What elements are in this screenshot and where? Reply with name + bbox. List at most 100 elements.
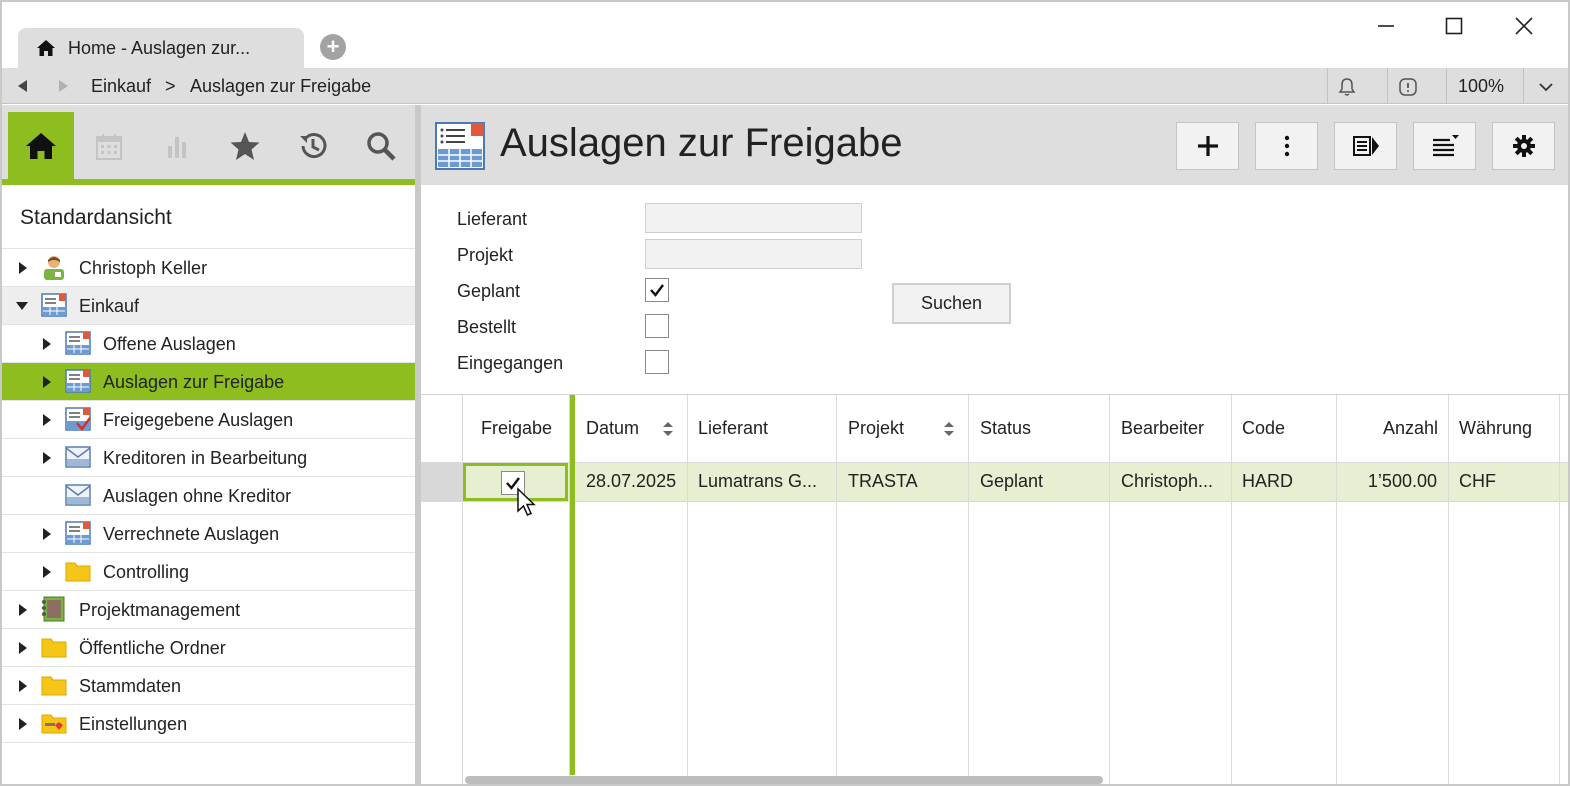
sort-icon[interactable] [662, 421, 674, 437]
cell-waehrung: CHF [1459, 471, 1496, 491]
tree-item-freigegebene-auslagen[interactable]: Freigegebene Auslagen [2, 401, 415, 439]
home-icon [26, 132, 56, 159]
cell-projekt: TRASTA [848, 471, 918, 491]
navigation-bar: Einkauf > Auslagen zur Freigabe 100% [2, 68, 1568, 104]
tree-item-christoph-keller[interactable]: Christoph Keller [2, 249, 415, 287]
projekt-label: Projekt [457, 245, 514, 265]
maximize-button[interactable] [1440, 12, 1468, 40]
sidebar: Standardansicht Christoph Keller Einkauf… [2, 105, 416, 784]
collapse-icon[interactable] [16, 300, 28, 312]
filter-panel: Lieferant Projekt Geplant Bestellt Einge… [421, 185, 1568, 395]
chevron-down-icon[interactable] [1535, 76, 1557, 98]
expand-icon[interactable] [41, 452, 53, 464]
expand-icon[interactable] [17, 604, 29, 616]
bestellt-checkbox[interactable] [645, 314, 669, 338]
forward-icon[interactable] [54, 77, 72, 95]
notebook-icon [42, 596, 65, 622]
add-button[interactable] [1176, 122, 1239, 170]
tree-item-offene-auslagen[interactable]: Offene Auslagen [2, 325, 415, 363]
row-header-column [421, 395, 463, 784]
sort-icon[interactable] [943, 421, 955, 437]
divider [1327, 68, 1328, 104]
settings-folder-icon [41, 714, 67, 734]
breadcrumb-current[interactable]: Auslagen zur Freigabe [190, 76, 371, 97]
list-options-icon [1432, 135, 1459, 157]
list-card-icon [65, 369, 91, 393]
expand-icon[interactable] [17, 680, 29, 692]
tree-item-auslagen-zur-freigabe[interactable]: Auslagen zur Freigabe [2, 363, 415, 401]
title-bar: Home - Auslagen zur... + [2, 2, 1568, 68]
sidebar-toolbar [2, 105, 416, 185]
back-icon[interactable] [14, 77, 32, 95]
search-button[interactable] [348, 112, 414, 179]
expand-icon[interactable] [41, 566, 53, 578]
plus-icon [1197, 136, 1218, 156]
close-button[interactable] [1510, 12, 1538, 40]
tree-item-verrechnete-auslagen[interactable]: Verrechnete Auslagen [2, 515, 415, 553]
divider [1446, 68, 1447, 104]
tree-item-einstellungen[interactable]: Einstellungen [2, 705, 415, 743]
expand-icon[interactable] [17, 262, 29, 274]
zoom-level[interactable]: 100% [1458, 76, 1504, 97]
home-button[interactable] [8, 112, 74, 179]
tree-item-kreditoren-in-bearbeitung[interactable]: Kreditoren in Bearbeitung [2, 439, 415, 477]
reports-button[interactable] [144, 112, 210, 179]
alert-icon[interactable] [1397, 76, 1419, 98]
projekt-input[interactable] [645, 239, 862, 269]
more-vertical-icon [1284, 135, 1289, 157]
gear-icon [1512, 135, 1535, 157]
tab-title: Home - Auslagen zur... [68, 37, 251, 58]
list-card-icon [65, 331, 91, 355]
tree-item-oeffentliche-ordner[interactable]: Öffentliche Ordner [2, 629, 415, 667]
geplant-checkbox[interactable] [645, 278, 669, 302]
envelope-card-icon [65, 484, 91, 506]
browser-tab[interactable]: Home - Auslagen zur... [18, 28, 304, 68]
settings-button[interactable] [1492, 122, 1555, 170]
cell-datum: 28.07.2025 [586, 471, 677, 491]
eingegangen-label: Eingegangen [457, 353, 564, 373]
minimize-button[interactable] [1372, 12, 1400, 40]
expand-icon[interactable] [17, 642, 29, 654]
tree-item-auslagen-ohne-kreditor[interactable]: Auslagen ohne Kreditor [2, 477, 415, 515]
divider [1387, 68, 1388, 104]
bestellt-label: Bestellt [457, 317, 517, 337]
cell-lieferant: Lumatrans G... [698, 471, 818, 491]
cell-bearbeiter: Christoph... [1121, 471, 1214, 491]
lieferant-input[interactable] [645, 203, 862, 233]
app-window: Home - Auslagen zur... + Einkauf > Ausla… [0, 0, 1570, 786]
calendar-icon [96, 133, 122, 160]
expand-icon[interactable] [41, 414, 53, 426]
view-title: Standardansicht [20, 206, 172, 229]
horizontal-scrollbar[interactable] [465, 776, 1103, 784]
lieferant-label: Lieferant [457, 209, 528, 229]
tree-item-projektmanagement[interactable]: Projektmanagement [2, 591, 415, 629]
column-options-button[interactable] [1413, 122, 1476, 170]
tree-item-einkauf[interactable]: Einkauf [2, 287, 415, 325]
detail-panel-icon [1352, 136, 1379, 156]
star-icon [230, 131, 260, 160]
list-check-icon [65, 407, 91, 432]
list-card-icon [41, 293, 67, 317]
expand-icon[interactable] [41, 376, 53, 388]
history-button[interactable] [280, 112, 346, 179]
more-button[interactable] [1255, 122, 1318, 170]
bell-icon[interactable] [1336, 76, 1358, 98]
expand-icon[interactable] [17, 718, 29, 730]
tree-item-controlling[interactable]: Controlling [2, 553, 415, 591]
detail-panel-button[interactable] [1334, 122, 1397, 170]
user-icon [44, 256, 64, 280]
expand-icon[interactable] [41, 528, 53, 540]
home-icon [37, 40, 55, 56]
search-submit-button[interactable]: Suchen [892, 283, 1011, 324]
expand-icon[interactable] [41, 338, 53, 350]
folder-icon [41, 638, 67, 658]
envelope-card-icon [65, 446, 91, 468]
new-tab-button[interactable]: + [320, 34, 346, 60]
divider [1523, 68, 1524, 104]
calendar-button[interactable] [76, 112, 142, 179]
eingegangen-checkbox[interactable] [645, 350, 669, 374]
breadcrumb-einkauf[interactable]: Einkauf [91, 76, 151, 97]
tree-item-stammdaten[interactable]: Stammdaten [2, 667, 415, 705]
frozen-column-separator [570, 395, 575, 775]
favorites-button[interactable] [212, 112, 278, 179]
